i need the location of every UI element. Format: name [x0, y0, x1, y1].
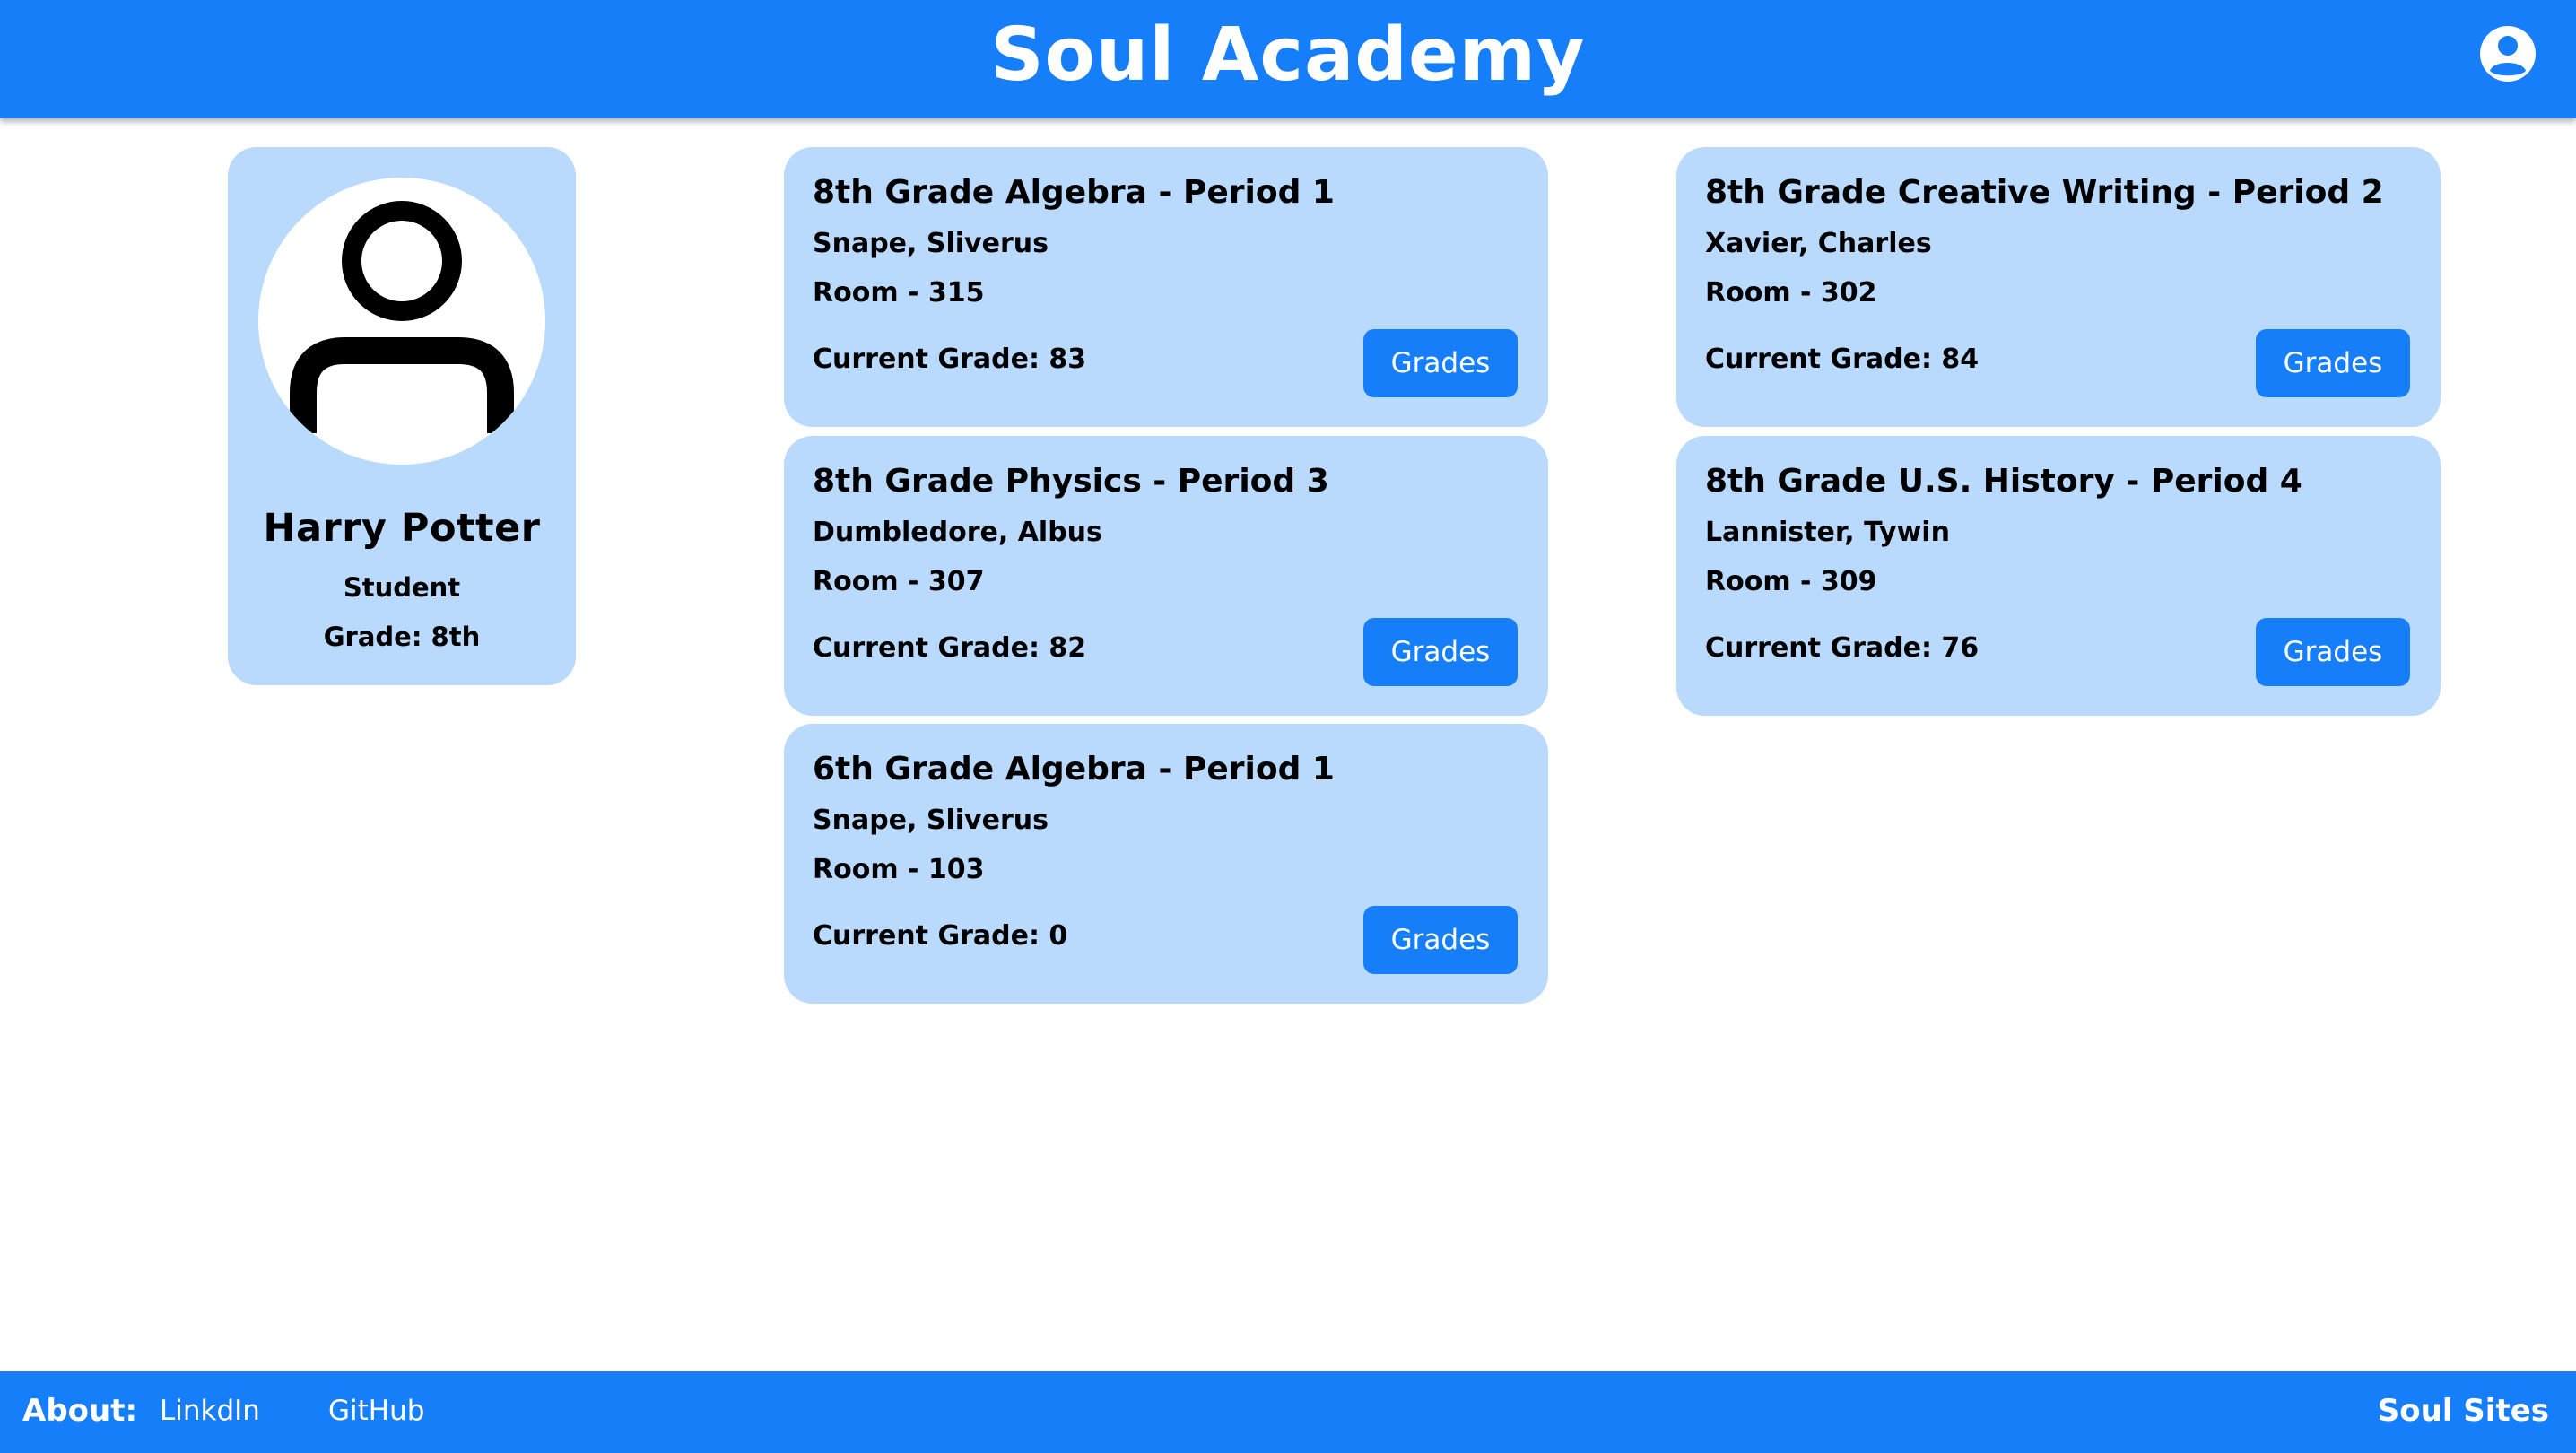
brand-name: Soul Sites — [2377, 1393, 2549, 1429]
course-room: Room - 302 — [1705, 277, 1877, 309]
course-teacher: Snape, Sliverus — [813, 805, 1049, 836]
account-circle-icon[interactable] — [2478, 24, 2537, 83]
grades-button[interactable]: Grades — [1363, 906, 1518, 974]
footer: About: LinkdIn GitHub Soul Sites — [0, 1371, 2576, 1453]
course-room: Room - 103 — [813, 854, 985, 885]
course-title: 8th Grade Algebra - Period 1 — [813, 174, 1335, 211]
course-room: Room - 315 — [813, 277, 985, 309]
github-link[interactable]: GitHub — [328, 1395, 424, 1427]
profile-card: Harry Potter Student Grade: 8th — [228, 147, 576, 685]
linkedin-link[interactable]: LinkdIn — [160, 1395, 260, 1427]
student-name: Harry Potter — [263, 506, 541, 551]
course-card: 6th Grade Algebra - Period 1 Snape, Sliv… — [784, 724, 1548, 1004]
course-room: Room - 309 — [1705, 566, 1877, 597]
course-current-grade: Current Grade: 82 — [813, 632, 1087, 664]
course-teacher: Snape, Sliverus — [813, 228, 1049, 259]
student-role: Student — [343, 572, 461, 603]
app-title: Soul Academy — [990, 13, 1586, 98]
course-room: Room - 307 — [813, 566, 985, 597]
course-teacher: Lannister, Tywin — [1705, 517, 1950, 548]
grades-button[interactable]: Grades — [2256, 329, 2410, 397]
course-card: 8th Grade Creative Writing - Period 2 Xa… — [1676, 147, 2441, 427]
grades-button[interactable]: Grades — [1363, 618, 1518, 686]
course-title: 8th Grade Physics - Period 3 — [813, 463, 1329, 500]
course-title: 8th Grade Creative Writing - Period 2 — [1705, 174, 2384, 211]
student-grade-level: Grade: 8th — [323, 622, 481, 652]
course-current-grade: Current Grade: 83 — [813, 344, 1087, 375]
top-bar: Soul Academy — [0, 0, 2576, 118]
about-label: About: — [22, 1393, 138, 1429]
course-card: 8th Grade U.S. History - Period 4 Lannis… — [1676, 436, 2441, 716]
course-teacher: Dumbledore, Albus — [813, 517, 1102, 548]
grades-button[interactable]: Grades — [2256, 618, 2410, 686]
course-title: 6th Grade Algebra - Period 1 — [813, 751, 1335, 787]
course-card: 8th Grade Algebra - Period 1 Snape, Sliv… — [784, 147, 1548, 427]
course-teacher: Xavier, Charles — [1705, 228, 1932, 259]
grades-button[interactable]: Grades — [1363, 329, 1518, 397]
course-current-grade: Current Grade: 76 — [1705, 632, 1980, 664]
course-current-grade: Current Grade: 84 — [1705, 344, 1980, 375]
course-title: 8th Grade U.S. History - Period 4 — [1705, 463, 2302, 500]
user-icon — [258, 178, 545, 465]
course-current-grade: Current Grade: 0 — [813, 920, 1068, 952]
course-card: 8th Grade Physics - Period 3 Dumbledore,… — [784, 436, 1548, 716]
